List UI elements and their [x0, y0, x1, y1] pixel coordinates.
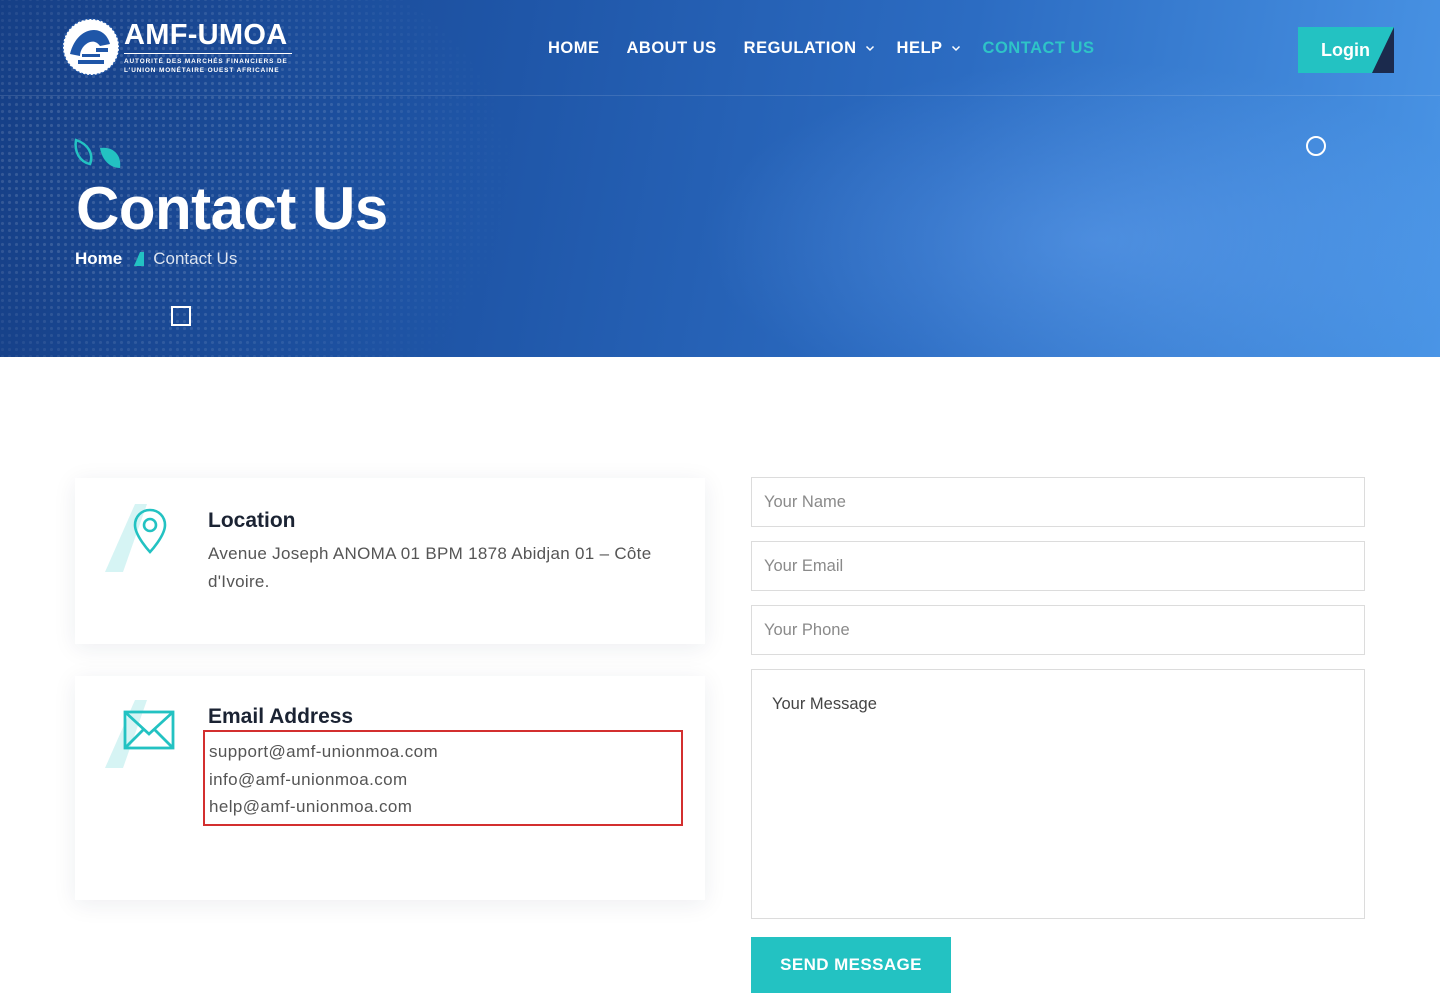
site-header: AMF-UMOA AUTORITÉ DES MARCHÉS FINANCIERS… — [0, 0, 1440, 96]
email-info[interactable]: info@amf-unionmoa.com — [209, 766, 681, 794]
square-outline-decoration — [171, 306, 191, 326]
logo-title: AMF-UMOA — [124, 19, 288, 51]
logo-divider — [124, 53, 292, 54]
location-pin-icon — [105, 504, 167, 572]
phone-input[interactable] — [751, 605, 1365, 655]
email-card: Email Address support@amf-unionmoa.com i… — [75, 676, 705, 900]
amf-umoa-logo-icon — [62, 18, 120, 76]
logo-subtitle-line1: AUTORITÉ DES MARCHÉS FINANCIERS DE — [124, 58, 288, 65]
nav-regulation[interactable]: REGULATION — [744, 39, 875, 58]
message-textarea[interactable] — [751, 669, 1365, 919]
email-help[interactable]: help@amf-unionmoa.com — [209, 793, 681, 821]
breadcrumb-home-link[interactable]: Home — [75, 249, 122, 269]
logo-subtitle-line2: L'UNION MONÉTAIRE OUEST AFRICAINE — [124, 67, 280, 74]
site-logo[interactable]: AMF-UMOA AUTORITÉ DES MARCHÉS FINANCIERS… — [60, 16, 300, 78]
breadcrumb-current: Contact Us — [153, 249, 238, 268]
location-card: Location Avenue Joseph ANOMA 01 BPM 1878… — [75, 478, 705, 644]
email-input[interactable] — [751, 541, 1365, 591]
nav-about-us-label: ABOUT US — [626, 38, 717, 57]
logo-text: AMF-UMOA AUTORITÉ DES MARCHÉS FINANCIERS… — [124, 19, 292, 75]
hero-banner: AMF-UMOA AUTORITÉ DES MARCHÉS FINANCIERS… — [0, 0, 1440, 357]
nav-home[interactable]: HOME — [548, 39, 600, 58]
nav-about-us[interactable]: ABOUT US — [627, 39, 717, 58]
nav-contact-us[interactable]: CONTACT US — [983, 39, 1095, 58]
circle-outline-decoration — [1306, 136, 1326, 156]
nav-contact-us-label: CONTACT US — [982, 38, 1095, 57]
nav-help[interactable]: HELP — [897, 39, 961, 58]
chevron-down-icon — [865, 45, 874, 52]
login-button[interactable]: Login — [1298, 27, 1394, 73]
page-title: Contact Us — [76, 175, 388, 242]
name-input[interactable] — [751, 477, 1365, 527]
email-support[interactable]: support@amf-unionmoa.com — [209, 738, 681, 766]
location-address: Avenue Joseph ANOMA 01 BPM 1878 Abidjan … — [208, 544, 652, 591]
login-button-label: Login — [1321, 39, 1370, 60]
nav-home-label: HOME — [548, 38, 600, 57]
nav-help-label: HELP — [896, 38, 943, 57]
main-nav: HOME ABOUT US REGULATION HELP CONTACT US — [548, 36, 1094, 60]
nav-regulation-label: REGULATION — [743, 38, 857, 57]
envelope-icon — [105, 700, 175, 768]
email-list-highlight: support@amf-unionmoa.com info@amf-unionm… — [203, 730, 683, 826]
hero-glow-decoration — [700, 60, 1440, 357]
location-title: Location — [208, 509, 296, 532]
breadcrumb: Home Contact Us — [75, 249, 237, 269]
email-address-title: Email Address — [208, 705, 354, 728]
breadcrumb-separator-icon — [134, 252, 145, 266]
send-message-button[interactable]: SEND MESSAGE — [751, 937, 951, 993]
chevron-down-icon — [951, 45, 960, 52]
login-button-corner-decoration — [1372, 27, 1394, 73]
